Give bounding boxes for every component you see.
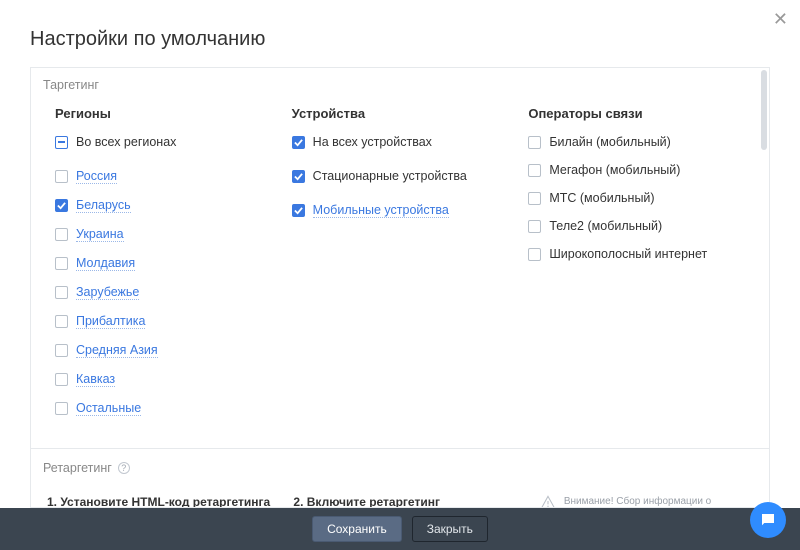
region-item-label[interactable]: Средняя Азия — [76, 343, 158, 358]
regions-heading: Регионы — [55, 106, 276, 121]
carriers-heading: Операторы связи — [528, 106, 749, 121]
regions-all-label: Во всех регионах — [76, 135, 176, 149]
step2-title: 2. Включите ретаргетинг — [293, 495, 525, 508]
carrier-item-row: Теле2 (мобильный) — [528, 219, 749, 233]
region-item-checkbox[interactable] — [55, 286, 68, 299]
region-item-checkbox[interactable] — [55, 199, 68, 212]
devices-all-checkbox[interactable] — [292, 136, 305, 149]
chat-bubble-icon[interactable] — [750, 502, 786, 538]
modal-title: Настройки по умолчанию — [0, 0, 800, 67]
device-item-row: Стационарные устройства — [292, 169, 513, 183]
carrier-item-checkbox[interactable] — [528, 248, 541, 261]
region-item-label[interactable]: Кавказ — [76, 372, 115, 387]
region-item-label[interactable]: Молдавия — [76, 256, 135, 271]
devices-all-row: На всех устройствах — [292, 135, 513, 149]
region-item-row: Средняя Азия — [55, 343, 276, 358]
device-item-checkbox[interactable] — [292, 204, 305, 217]
region-item-row: Кавказ — [55, 372, 276, 387]
region-item-checkbox[interactable] — [55, 315, 68, 328]
warning-text: Внимание! Сбор информации о посетителях … — [564, 495, 749, 508]
retargeting-section-header[interactable]: Ретаргетинг ? — [31, 448, 769, 485]
region-item-label[interactable]: Зарубежье — [76, 285, 139, 300]
targeting-body: Регионы Во всех регионах Россия Беларусь У… — [31, 100, 769, 448]
carrier-item-row: МТС (мобильный) — [528, 191, 749, 205]
region-item-label[interactable]: Украина — [76, 227, 124, 242]
carrier-item-row: Билайн (мобильный) — [528, 135, 749, 149]
close-icon[interactable]: ✕ — [773, 10, 788, 28]
scrollbar[interactable] — [761, 70, 767, 150]
carrier-item-row: Мегафон (мобильный) — [528, 163, 749, 177]
carrier-item-row: Широкополосный интернет — [528, 247, 749, 261]
devices-all-label: На всех устройствах — [313, 135, 432, 149]
carrier-item-label: МТС (мобильный) — [549, 191, 654, 205]
carrier-item-checkbox[interactable] — [528, 192, 541, 205]
settings-modal: ✕ Настройки по умолчанию Таргетинг Регио… — [0, 0, 800, 550]
carriers-column: Операторы связи Билайн (мобильный) Мегафо… — [528, 106, 749, 430]
retargeting-step-1: 1. Установите HTML-код ретаргетинга на в… — [47, 495, 279, 508]
help-icon[interactable]: ? — [118, 462, 130, 474]
region-item-row: Молдавия — [55, 256, 276, 271]
devices-heading: Устройства — [292, 106, 513, 121]
warning-icon — [540, 495, 556, 508]
carrier-item-label: Теле2 (мобильный) — [549, 219, 662, 233]
carrier-item-checkbox[interactable] — [528, 164, 541, 177]
retargeting-body: 1. Установите HTML-код ретаргетинга на в… — [31, 485, 769, 508]
close-button[interactable]: Закрыть — [412, 516, 488, 542]
carrier-item-label: Мегафон (мобильный) — [549, 163, 680, 177]
save-button[interactable]: Сохранить — [312, 516, 402, 542]
region-item-checkbox[interactable] — [55, 344, 68, 357]
region-item-row: Прибалтика — [55, 314, 276, 329]
regions-all-row: Во всех регионах — [55, 135, 276, 149]
region-item-checkbox[interactable] — [55, 373, 68, 386]
region-item-row: Остальные — [55, 401, 276, 416]
devices-column: Устройства На всех устройствах Стационар… — [292, 106, 513, 430]
carrier-item-label: Широкополосный интернет — [549, 247, 707, 261]
device-item-label: Стационарные устройства — [313, 169, 467, 183]
footer-bar: Сохранить Закрыть — [0, 508, 800, 550]
device-item-checkbox[interactable] — [292, 170, 305, 183]
region-item-checkbox[interactable] — [55, 228, 68, 241]
region-item-row: Зарубежье — [55, 285, 276, 300]
region-item-checkbox[interactable] — [55, 402, 68, 415]
carrier-item-label: Билайн (мобильный) — [549, 135, 670, 149]
regions-column: Регионы Во всех регионах Россия Беларусь У… — [55, 106, 276, 430]
region-item-label[interactable]: Беларусь — [76, 198, 131, 213]
region-item-row: Россия — [55, 169, 276, 184]
scroll-area[interactable]: Таргетинг Регионы Во всех регионах Росси… — [30, 67, 770, 508]
retargeting-section-label: Ретаргетинг — [43, 461, 112, 475]
retargeting-warning: Внимание! Сбор информации о посетителях … — [540, 495, 749, 508]
targeting-section-label: Таргетинг — [31, 68, 769, 100]
device-item-row: Мобильные устройства — [292, 203, 513, 218]
region-item-checkbox[interactable] — [55, 170, 68, 183]
region-item-label[interactable]: Россия — [76, 169, 117, 184]
step1-title: 1. Установите HTML-код ретаргетинга на в… — [47, 495, 279, 508]
carrier-item-checkbox[interactable] — [528, 220, 541, 233]
region-item-label[interactable]: Остальные — [76, 401, 141, 416]
region-item-row: Украина — [55, 227, 276, 242]
region-item-label[interactable]: Прибалтика — [76, 314, 145, 329]
device-item-label[interactable]: Мобильные устройства — [313, 203, 449, 218]
carrier-item-checkbox[interactable] — [528, 136, 541, 149]
region-item-row: Беларусь — [55, 198, 276, 213]
region-item-checkbox[interactable] — [55, 257, 68, 270]
retargeting-step-2: 2. Включите ретаргетинг ✓ Более высокий … — [293, 495, 525, 508]
regions-all-checkbox[interactable] — [55, 136, 68, 149]
